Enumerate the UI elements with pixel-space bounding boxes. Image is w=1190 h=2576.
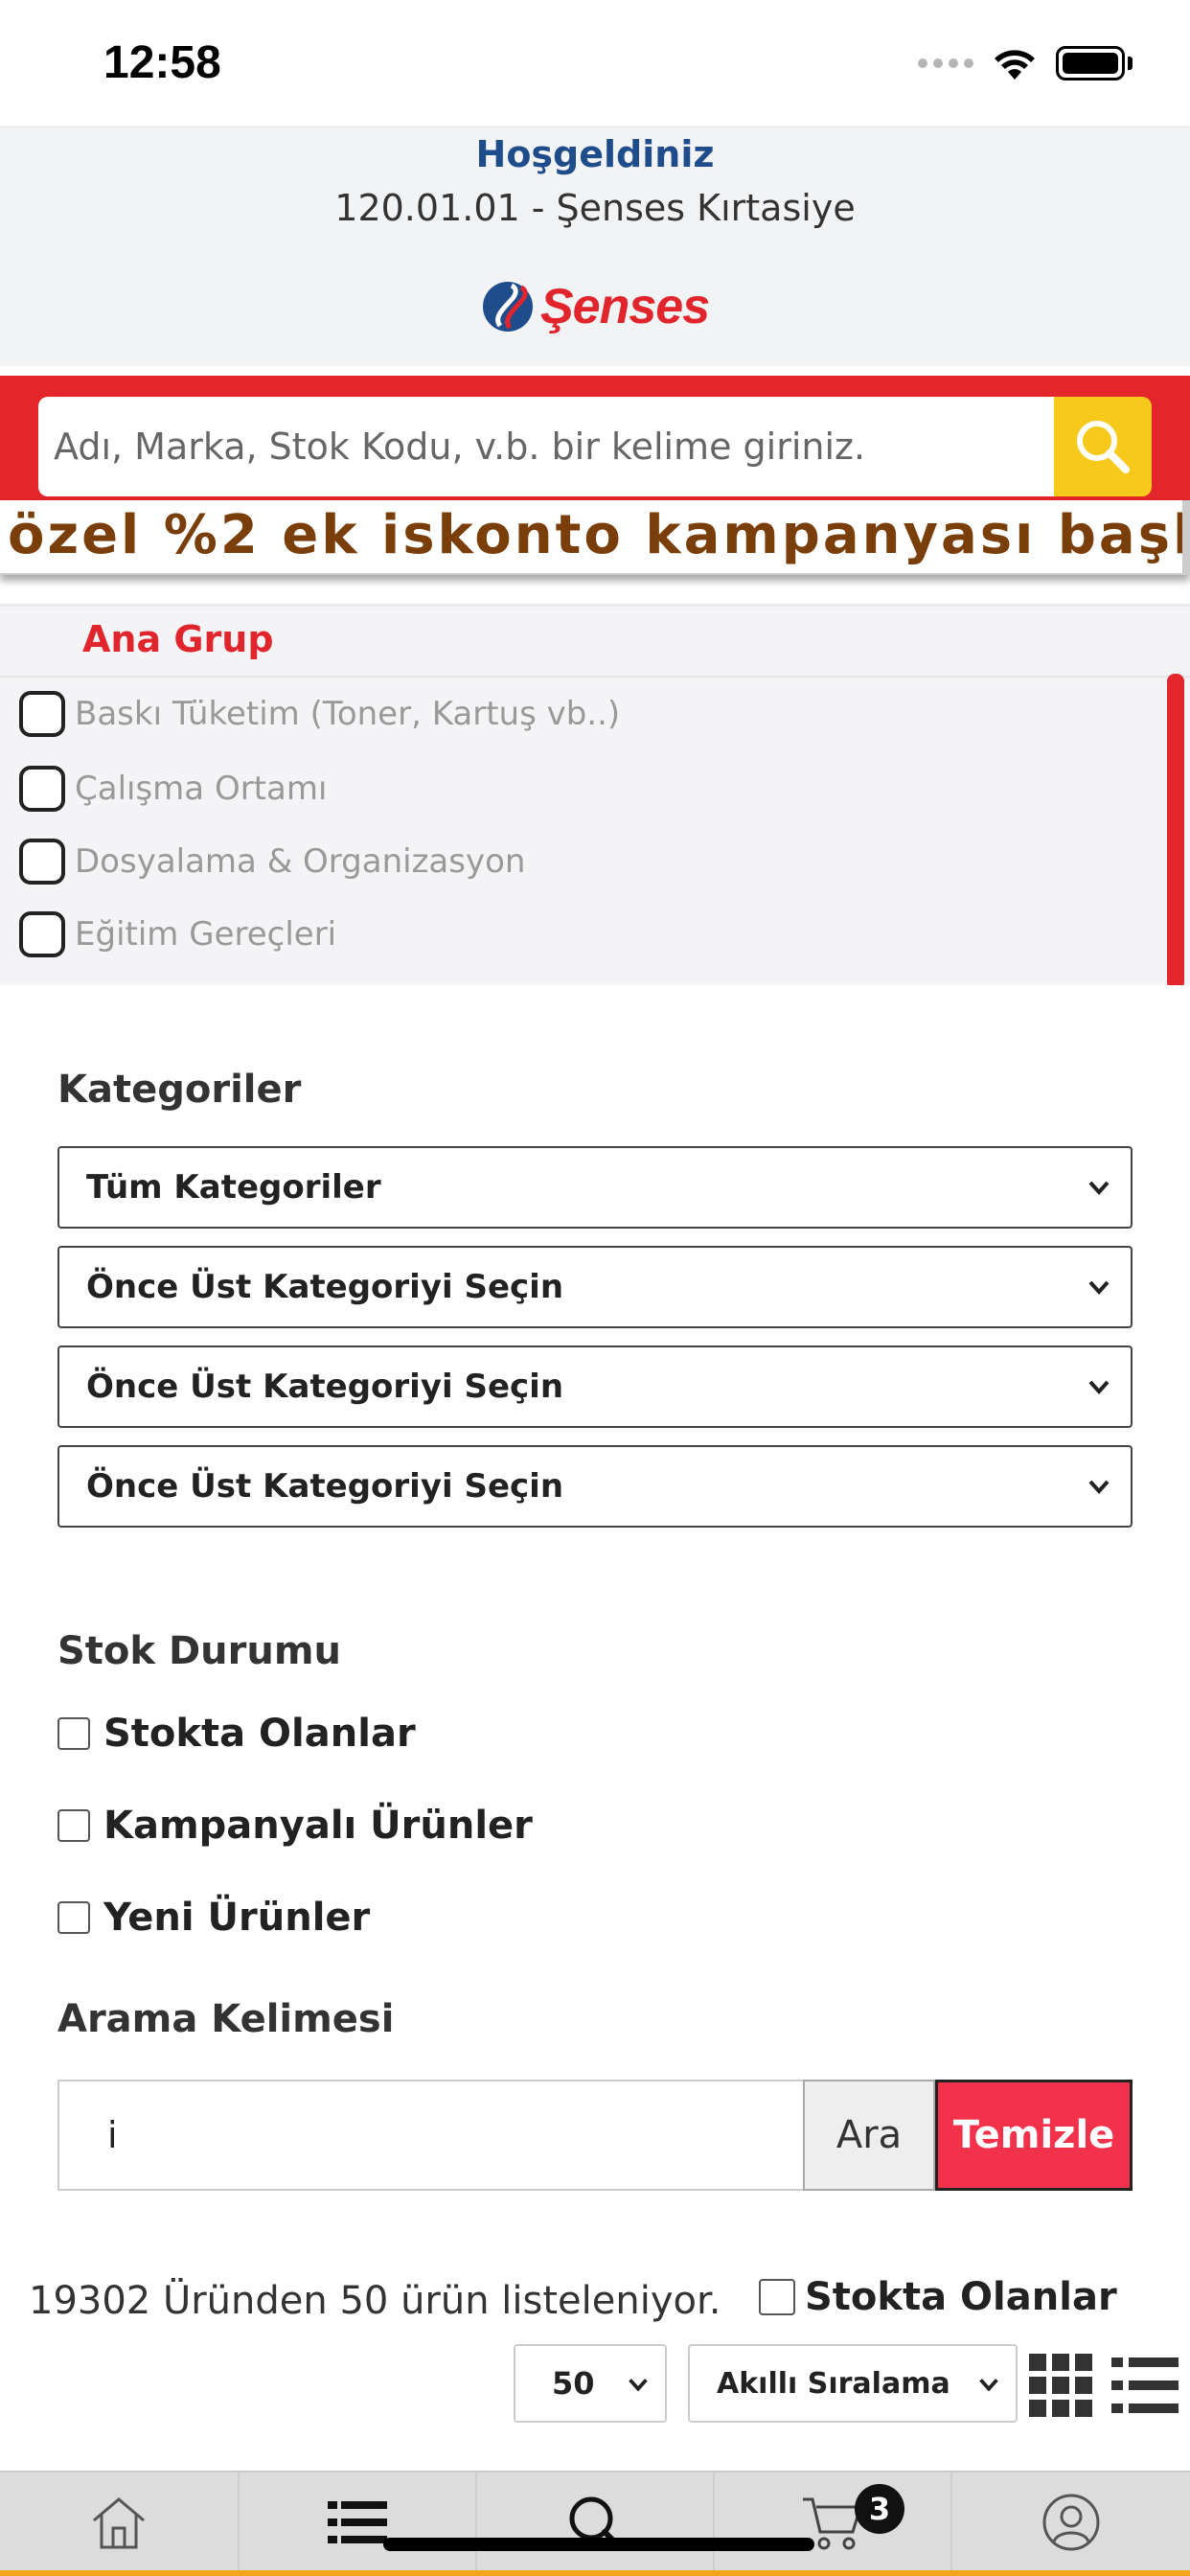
list-icon (328, 2501, 387, 2543)
category-select-value: Önce Üst Kategoriyi Seçin (86, 1467, 564, 1506)
welcome-header: Hoşgeldiniz 120.01.01 - Şenses Kırtasiye… (0, 126, 1190, 366)
group-item-label: Dosyalama & Organizasyon (75, 842, 526, 881)
categories-title: Kategoriler (57, 1068, 302, 1112)
group-item[interactable]: Baskı Tüketim (Toner, Kartuş vb..) (19, 685, 620, 743)
results-in-stock-label: Stokta Olanlar (805, 2275, 1117, 2319)
main-group-title: Ana Grup (82, 618, 274, 660)
bottom-accent-bar (0, 2570, 1190, 2576)
account-name: 120.01.01 - Şenses Kırtasiye (334, 187, 856, 229)
campaign-marquee: özel %2 ek iskonto kampanyası başlamıştı… (0, 500, 1190, 575)
home-indicator[interactable] (383, 2538, 814, 2551)
campaign-products-checkbox[interactable] (57, 1809, 90, 1842)
keyword-input[interactable] (57, 2080, 805, 2191)
nav-profile[interactable] (952, 2472, 1190, 2572)
stock-status-title: Stok Durumu (57, 1629, 341, 1673)
group-item-label: Çalışma Ortamı (75, 770, 328, 808)
group-scrollbar[interactable] (1167, 674, 1184, 985)
user-icon (1042, 2494, 1100, 2551)
in-stock-checkbox[interactable] (57, 1717, 90, 1750)
group-item-label: Baskı Tüketim (Toner, Kartuş vb..) (75, 695, 621, 733)
results-summary: 19302 Üründen 50 ürün listeleniyor. (29, 2279, 721, 2323)
nav-categories[interactable] (240, 2472, 475, 2572)
clear-button[interactable]: Temizle (935, 2080, 1133, 2191)
status-bar: 12:58 (0, 0, 1190, 126)
search-input[interactable] (38, 397, 1056, 496)
brand-logo-mark-icon (483, 282, 533, 332)
chevron-down-icon (1088, 1181, 1110, 1195)
sort-value: Akıllı Sıralama (717, 2366, 950, 2401)
chevron-down-icon (629, 2379, 648, 2392)
search-icon (1077, 421, 1130, 473)
group-checkbox[interactable] (19, 839, 65, 885)
results-in-stock-checkbox[interactable] (759, 2279, 795, 2315)
category-select-value: Önce Üst Kategoriyi Seçin (86, 1368, 564, 1406)
main-group-panel: Ana Grup Baskı Tüketim (Toner, Kartuş vb… (0, 604, 1190, 985)
grid-view-icon[interactable] (1029, 2354, 1092, 2417)
cart-count-badge: 3 (855, 2484, 904, 2534)
wifi-icon (995, 50, 1035, 80)
home-icon (93, 2497, 145, 2549)
keyword-title: Arama Kelimesi (57, 1997, 395, 2041)
group-item[interactable]: Çalışma Ortamı (19, 760, 327, 817)
group-checkbox[interactable] (19, 691, 65, 737)
search-button[interactable] (1054, 397, 1152, 496)
nav-search[interactable] (477, 2472, 713, 2572)
group-item-label: Eğitim Gereçleri (75, 915, 337, 954)
bottom-navigation (0, 2471, 1190, 2576)
in-stock-label: Stokta Olanlar (103, 1712, 416, 1756)
search-box (38, 397, 1056, 496)
status-icons (918, 44, 1133, 82)
list-view-icon[interactable] (1110, 2350, 1180, 2421)
category-select-4[interactable]: Önce Üst Kategoriyi Seçin (57, 1445, 1133, 1528)
chevron-down-icon (1088, 1380, 1110, 1394)
page-size-select[interactable]: 50 (514, 2344, 667, 2423)
group-item[interactable]: Dosyalama & Organizasyon (19, 833, 525, 890)
group-checkbox[interactable] (19, 766, 65, 812)
new-products-checkbox[interactable] (57, 1901, 90, 1934)
page-size-value: 50 (552, 2365, 595, 2402)
cellular-signal-icon (918, 58, 973, 68)
keyword-search-button[interactable]: Ara (803, 2080, 935, 2191)
nav-home[interactable] (0, 2472, 238, 2572)
status-time: 12:58 (103, 37, 221, 88)
results-in-stock-filter[interactable]: Stokta Olanlar (759, 2275, 1117, 2319)
chevron-down-icon (1088, 1480, 1110, 1494)
category-select-value: Önce Üst Kategoriyi Seçin (86, 1268, 564, 1306)
brand-logo-text: Şenses (540, 279, 710, 334)
welcome-title: Hoşgeldiniz (475, 133, 715, 175)
campaign-products-option[interactable]: Kampanyalı Ürünler (57, 1804, 533, 1848)
campaign-marquee-text: özel %2 ek iskonto kampanyası başlamıştı… (8, 504, 1190, 566)
category-select-value: Tüm Kategoriler (86, 1168, 381, 1207)
battery-icon (1056, 46, 1125, 80)
campaign-products-label: Kampanyalı Ürünler (103, 1804, 533, 1848)
new-products-label: Yeni Ürünler (103, 1896, 371, 1940)
category-select-2[interactable]: Önce Üst Kategoriyi Seçin (57, 1246, 1133, 1328)
marquee-scrollbar (1182, 500, 1190, 575)
group-checkbox[interactable] (19, 911, 65, 957)
new-products-option[interactable]: Yeni Ürünler (57, 1896, 370, 1940)
brand-logo[interactable]: Şenses (479, 273, 710, 340)
group-item[interactable]: Eğitim Gereçleri (19, 906, 336, 963)
search-bar (0, 376, 1190, 500)
sort-select[interactable]: Akıllı Sıralama (688, 2344, 1018, 2423)
divider (0, 676, 1190, 678)
chevron-down-icon (1088, 1280, 1110, 1295)
nav-cart[interactable] (715, 2472, 950, 2572)
category-select-1[interactable]: Tüm Kategoriler (57, 1146, 1133, 1229)
chevron-down-icon (979, 2379, 998, 2392)
in-stock-option[interactable]: Stokta Olanlar (57, 1712, 416, 1756)
category-select-3[interactable]: Önce Üst Kategoriyi Seçin (57, 1346, 1133, 1428)
